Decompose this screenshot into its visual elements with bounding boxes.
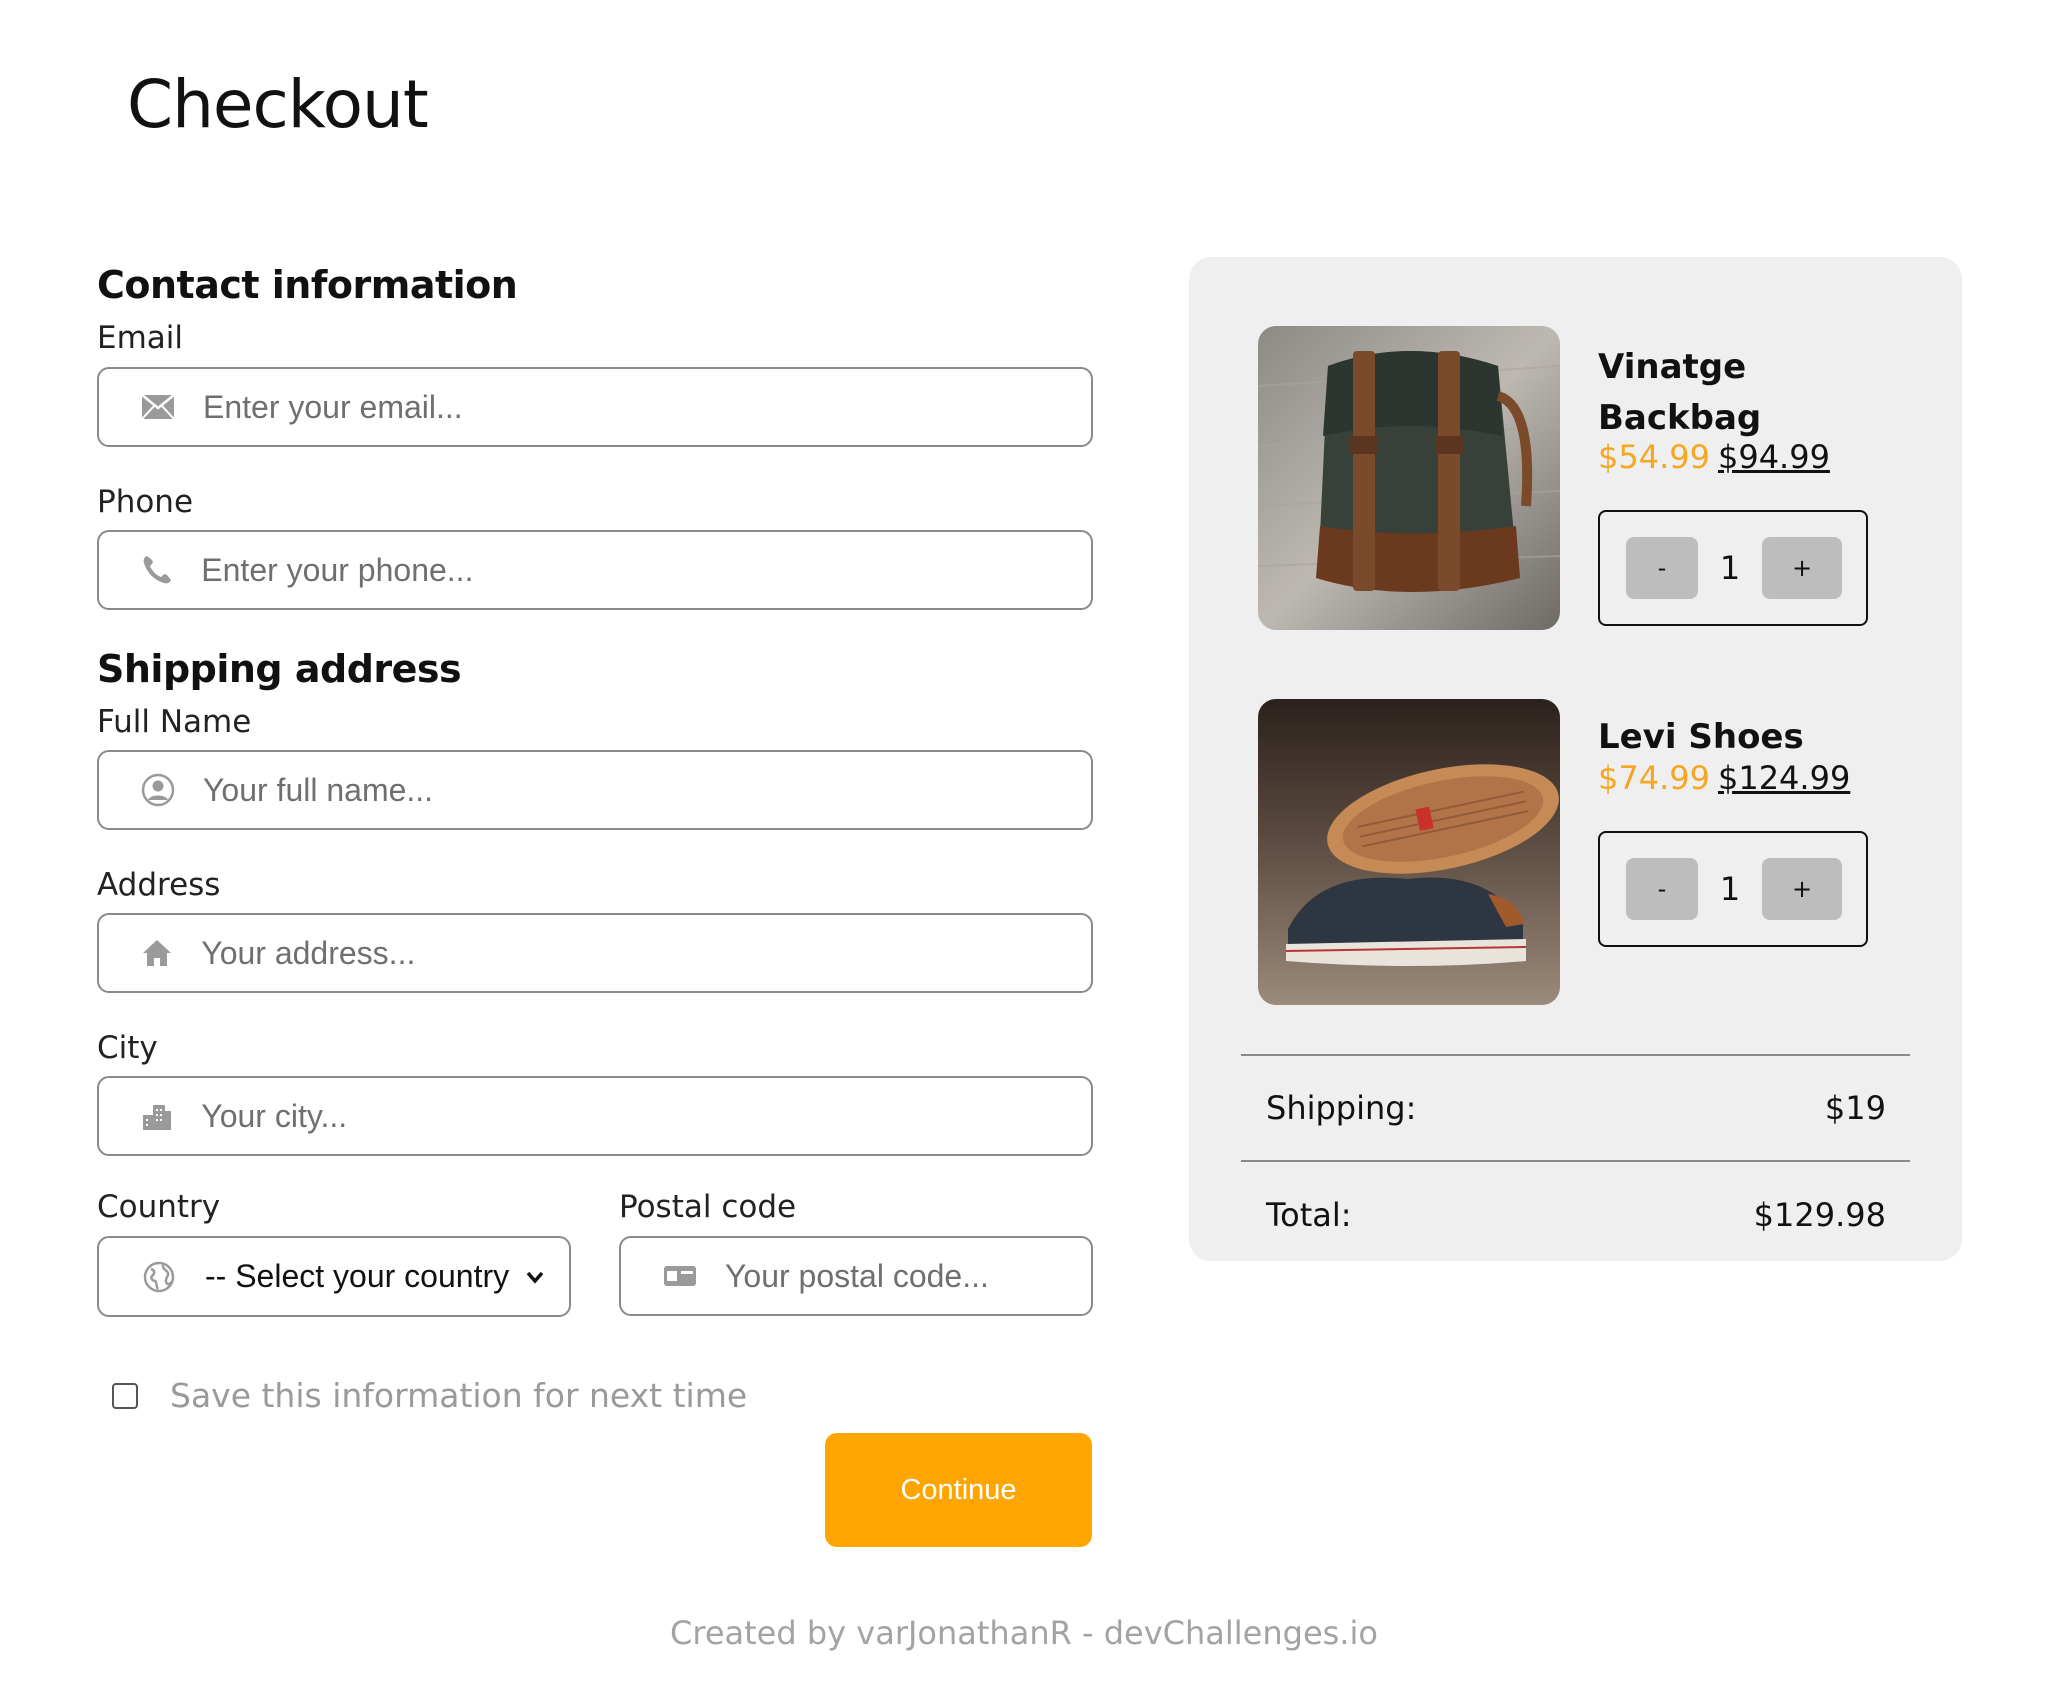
phone-icon — [141, 552, 173, 588]
total-row: Total: $129.98 — [1266, 1196, 1886, 1234]
backpack-image — [1258, 326, 1560, 630]
product-name: Levi Shoes — [1598, 717, 1804, 757]
postal-field-wrapper — [619, 1236, 1093, 1316]
full-name-field-wrapper — [97, 750, 1093, 830]
contact-heading: Contact information — [97, 263, 518, 307]
quantity-value: 1 — [1719, 549, 1741, 587]
quantity-stepper: - 1 + — [1598, 831, 1868, 947]
phone-input[interactable] — [201, 532, 1091, 608]
summary-divider — [1241, 1160, 1910, 1162]
phone-label: Phone — [97, 484, 194, 520]
page-title: Checkout — [127, 66, 429, 143]
country-select-value: -- Select your country — [205, 1258, 569, 1295]
footer-credit: Created by varJonathanR - devChallenges.… — [670, 1614, 1378, 1652]
original-price: $94.99 — [1717, 438, 1830, 476]
country-label: Country — [97, 1189, 221, 1225]
full-name-label: Full Name — [97, 704, 252, 740]
decrease-quantity-button[interactable]: - — [1626, 858, 1698, 920]
postal-label: Postal code — [619, 1189, 797, 1225]
email-field-wrapper — [97, 367, 1093, 447]
product-price-row: $74.99 $124.99 — [1598, 759, 1850, 797]
postal-card-icon — [663, 1258, 697, 1294]
quantity-value: 1 — [1719, 870, 1741, 908]
save-info-checkbox[interactable] — [112, 1382, 138, 1409]
save-info-row: Save this information for next time — [112, 1376, 747, 1415]
summary-divider — [1241, 1054, 1910, 1056]
address-input[interactable] — [201, 915, 1091, 991]
mail-icon — [141, 389, 175, 425]
total-value: $129.98 — [1753, 1196, 1886, 1234]
increase-quantity-button[interactable]: + — [1762, 537, 1842, 599]
order-summary: Vinatge Backbag $54.99 $94.99 - 1 + Levi… — [1189, 257, 1962, 1261]
save-info-label[interactable]: Save this information for next time — [170, 1376, 747, 1415]
sale-price: $54.99 — [1598, 438, 1710, 476]
city-field-wrapper — [97, 1076, 1093, 1156]
shipping-label: Shipping: — [1266, 1089, 1417, 1127]
home-icon — [141, 935, 173, 971]
address-label: Address — [97, 867, 221, 903]
postal-input[interactable] — [725, 1238, 1091, 1314]
city-label: City — [97, 1030, 158, 1066]
chevron-down-icon — [526, 1271, 544, 1284]
total-label: Total: — [1266, 1196, 1352, 1234]
decrease-quantity-button[interactable]: - — [1626, 537, 1698, 599]
globe-icon — [141, 1259, 177, 1295]
shipping-value: $19 — [1824, 1089, 1886, 1127]
full-name-input[interactable] — [203, 752, 1091, 828]
quantity-stepper: - 1 + — [1598, 510, 1868, 626]
country-selected-text: -- Select your country — [205, 1258, 510, 1294]
original-price: $124.99 — [1717, 759, 1851, 797]
city-input[interactable] — [201, 1078, 1091, 1154]
shipping-row: Shipping: $19 — [1266, 1089, 1886, 1127]
address-field-wrapper — [97, 913, 1093, 993]
phone-field-wrapper — [97, 530, 1093, 610]
shoes-image — [1258, 699, 1560, 1005]
product-name: Vinatge Backbag — [1598, 347, 1762, 438]
continue-button[interactable]: Continue — [825, 1433, 1092, 1547]
product-price-row: $54.99 $94.99 — [1598, 438, 1830, 476]
city-icon — [141, 1098, 173, 1134]
user-circle-icon — [141, 772, 175, 808]
increase-quantity-button[interactable]: + — [1762, 858, 1842, 920]
email-label: Email — [97, 320, 184, 356]
country-select[interactable]: -- Select your country — [97, 1236, 571, 1317]
sale-price: $74.99 — [1598, 759, 1710, 797]
email-input[interactable] — [203, 369, 1091, 445]
shipping-heading: Shipping address — [97, 647, 462, 691]
